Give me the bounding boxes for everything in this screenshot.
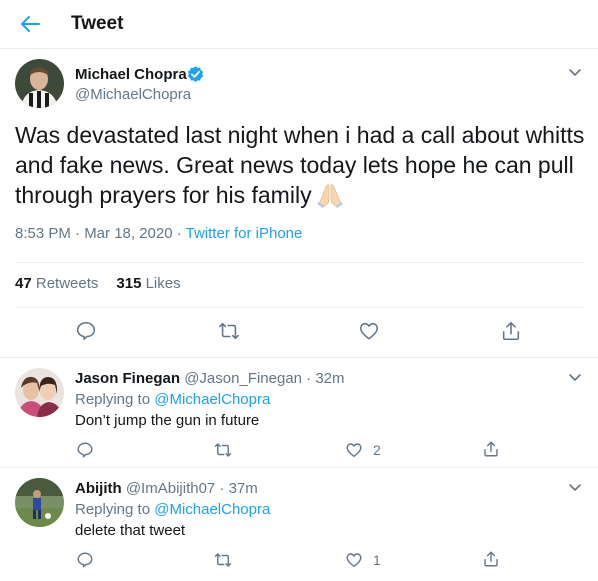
like-icon[interactable] bbox=[345, 551, 363, 569]
divider bbox=[15, 307, 583, 308]
reply-text: delete that tweet bbox=[75, 522, 186, 539]
share-icon[interactable] bbox=[482, 550, 500, 568]
tweet-body: Was devastated last night when i had a c… bbox=[15, 122, 585, 208]
reply-icon[interactable] bbox=[76, 551, 94, 569]
tweet-text: Was devastated last night when i had a c… bbox=[15, 120, 585, 210]
reply-header: Abijith @ImAbijith07 · 37m bbox=[75, 480, 258, 497]
tweet-stats: 47 Retweets 315 Likes bbox=[15, 275, 181, 292]
share-icon[interactable] bbox=[482, 440, 500, 458]
retweets-label: Retweets bbox=[35, 275, 99, 292]
retweet-icon[interactable] bbox=[218, 320, 240, 342]
chevron-down-icon[interactable] bbox=[566, 368, 584, 386]
replying-prefix: Replying to bbox=[75, 391, 155, 408]
like-count: 2 bbox=[373, 442, 381, 458]
page-title: Tweet bbox=[71, 13, 124, 34]
tweet-timestamp[interactable]: 8:53 PM · Mar 18, 2020 · bbox=[15, 225, 186, 242]
replying-to: Replying to @MichaelChopra bbox=[75, 501, 270, 518]
replying-to: Replying to @MichaelChopra bbox=[75, 391, 270, 408]
replying-to-mention[interactable]: @MichaelChopra bbox=[154, 501, 270, 518]
retweets-stat[interactable]: 47 Retweets bbox=[15, 275, 98, 292]
replying-to-mention[interactable]: @MichaelChopra bbox=[154, 391, 270, 408]
author-handle[interactable]: @MichaelChopra bbox=[75, 86, 191, 103]
retweet-icon[interactable] bbox=[214, 441, 232, 459]
reply-handle-time[interactable]: @ImAbijith07 · 37m bbox=[126, 480, 258, 497]
tweet-meta: 8:53 PM · Mar 18, 2020 · Twitter for iPh… bbox=[15, 225, 302, 242]
page-header: Tweet bbox=[0, 0, 598, 49]
replying-prefix: Replying to bbox=[75, 501, 155, 518]
like-count: 1 bbox=[373, 552, 381, 568]
tweet-source[interactable]: Twitter for iPhone bbox=[186, 225, 303, 242]
verified-badge-icon bbox=[186, 65, 205, 84]
like-icon[interactable] bbox=[345, 441, 363, 459]
reply-author-name[interactable]: Abijith bbox=[75, 480, 122, 497]
reply-author-name[interactable]: Jason Finegan bbox=[75, 370, 180, 387]
back-arrow-icon[interactable] bbox=[17, 10, 45, 38]
divider bbox=[15, 262, 583, 263]
folded-hands-emoji bbox=[316, 182, 344, 208]
likes-label: Likes bbox=[145, 275, 181, 292]
author-name[interactable]: Michael Chopra bbox=[75, 66, 187, 83]
reply-icon[interactable] bbox=[75, 320, 97, 342]
tweet-actions bbox=[0, 320, 598, 344]
chevron-down-icon[interactable] bbox=[566, 63, 584, 81]
reply-tweet[interactable]: Abijith @ImAbijith07 · 37m Replying to @… bbox=[0, 468, 598, 581]
reply-header: Jason Finegan @Jason_Finegan · 32m bbox=[75, 370, 345, 387]
likes-count: 315 bbox=[116, 275, 142, 292]
main-tweet: Michael Chopra @MichaelChopra Was devast… bbox=[0, 49, 598, 358]
likes-stat[interactable]: 315 Likes bbox=[116, 275, 180, 292]
avatar[interactable] bbox=[15, 59, 64, 108]
reply-handle-time[interactable]: @Jason_Finegan · 32m bbox=[184, 370, 344, 387]
reply-tweet[interactable]: Jason Finegan @Jason_Finegan · 32m Reply… bbox=[0, 358, 598, 468]
avatar[interactable] bbox=[15, 368, 64, 417]
retweets-count: 47 bbox=[15, 275, 32, 292]
avatar[interactable] bbox=[15, 478, 64, 527]
retweet-icon[interactable] bbox=[214, 551, 232, 569]
chevron-down-icon[interactable] bbox=[566, 478, 584, 496]
share-icon[interactable] bbox=[500, 320, 522, 342]
reply-icon[interactable] bbox=[76, 441, 94, 459]
like-icon[interactable] bbox=[358, 320, 380, 342]
reply-text: Don’t jump the gun in future bbox=[75, 412, 260, 429]
